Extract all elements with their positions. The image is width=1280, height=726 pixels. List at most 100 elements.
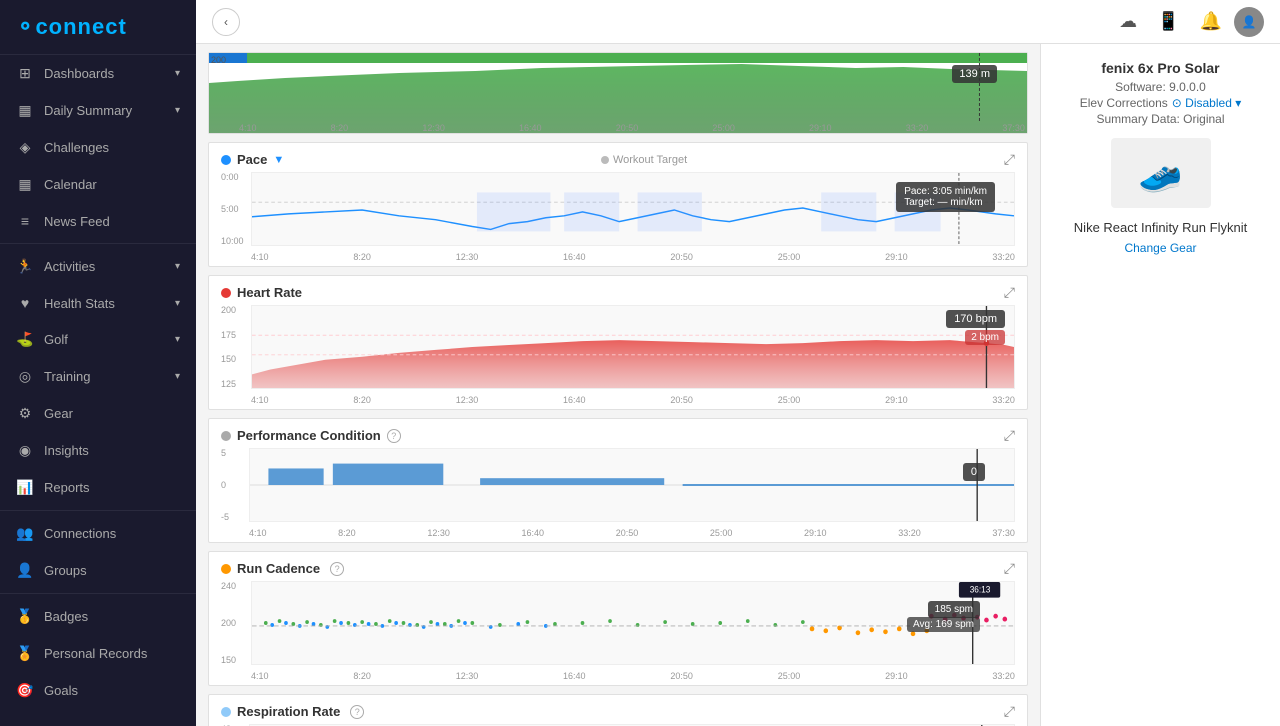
sidebar-label-gear: Gear	[44, 406, 73, 421]
sidebar-item-badges[interactable]: 🥇 Badges	[0, 598, 196, 635]
sidebar-item-insights[interactable]: ◉ Insights	[0, 432, 196, 469]
gear-icon: ⚙	[16, 405, 34, 422]
sidebar-item-gear[interactable]: ⚙ Gear	[0, 395, 196, 432]
sidebar-item-connections[interactable]: 👥 Connections	[0, 515, 196, 552]
svg-text:36:13: 36:13	[970, 584, 991, 594]
sidebar-label-health-stats: Health Stats	[44, 296, 115, 311]
calendar-icon: ▦	[16, 176, 34, 193]
sidebar-item-health-stats[interactable]: ♥ Health Stats ▾	[0, 285, 196, 321]
sidebar-label-daily-summary: Daily Summary	[44, 103, 132, 118]
sidebar-item-goals[interactable]: 🎯 Goals	[0, 672, 196, 709]
dashboards-icon: ⊞	[16, 65, 34, 82]
sidebar-item-groups[interactable]: 👤 Groups	[0, 552, 196, 589]
logo-text: ⚬connect	[16, 14, 127, 39]
charts-panel: 200 139 m 4:108:2012:3016:4020:5025:0029…	[196, 44, 1040, 726]
sidebar-label-groups: Groups	[44, 563, 87, 578]
training-icon: ◎	[16, 368, 34, 385]
pace-title: Pace	[237, 152, 267, 167]
cadence-x-labels: 4:108:2012:3016:4020:5025:0029:1033:20	[251, 671, 1015, 681]
sidebar-item-activities[interactable]: 🏃 Activities ▾	[0, 248, 196, 285]
cadence-y-labels: 240 200 150	[221, 581, 251, 665]
daily-summary-icon: ▦	[16, 102, 34, 119]
sidebar-label-connections: Connections	[44, 526, 116, 541]
perf-expand-button[interactable]: ⤢	[1004, 427, 1015, 444]
bell-icon[interactable]: 🔔	[1200, 11, 1222, 32]
perf-help-icon[interactable]: ?	[387, 429, 401, 443]
elev-corrections: Elev Corrections ⊙ Disabled ▾	[1057, 96, 1264, 110]
right-panel: fenix 6x Pro Solar Software: 9.0.0.0 Ele…	[1040, 44, 1280, 726]
pace-tooltip: Pace: 3:05 min/km Target: — min/km	[896, 182, 995, 212]
elev-corrections-link[interactable]: ⊙ Disabled ▾	[1172, 96, 1241, 110]
sidebar-label-golf: Golf	[44, 332, 68, 347]
cloud-upload-icon[interactable]: ☁	[1119, 11, 1137, 32]
respiration-section: Respiration Rate ? ⤢ 48 36 24 12	[208, 694, 1028, 726]
cadence-header: Run Cadence ? ⤢	[209, 552, 1027, 581]
resp-dot	[221, 707, 231, 717]
elevation-chart	[209, 53, 1027, 133]
badges-icon: 🥇	[16, 608, 34, 625]
avatar[interactable]: 👤	[1234, 7, 1264, 37]
sidebar-label-dashboards: Dashboards	[44, 66, 114, 81]
perf-title: Performance Condition	[237, 428, 381, 443]
sidebar-item-training[interactable]: ◎ Training ▾	[0, 358, 196, 395]
workout-target-dot	[601, 156, 609, 164]
golf-icon: ⛳	[16, 331, 34, 348]
sidebar-label-badges: Badges	[44, 609, 88, 624]
hr-dot	[221, 288, 231, 298]
health-stats-icon: ♥	[16, 295, 34, 311]
shoe-image: 👟	[1111, 138, 1211, 208]
resp-help-icon[interactable]: ?	[350, 705, 364, 719]
pace-header: Pace ▼ Workout Target ⤢	[209, 143, 1027, 172]
summary-data: Summary Data: Original	[1057, 112, 1264, 126]
perf-tooltip: 0	[963, 463, 985, 481]
sidebar-label-calendar: Calendar	[44, 177, 97, 192]
sidebar-item-personal-records[interactable]: 🏅 Personal Records	[0, 635, 196, 672]
sidebar-item-news-feed[interactable]: ≡ News Feed	[0, 203, 196, 239]
hr-tooltip: 170 bpm	[946, 310, 1005, 328]
hr-chart-inner	[251, 305, 1015, 389]
pace-expand-button[interactable]: ⤢	[1004, 151, 1015, 168]
chevron-icon: ▾	[175, 261, 180, 272]
run-cadence-section: Run Cadence ? ⤢ 240 200 150	[208, 551, 1028, 686]
change-gear-link[interactable]: Change Gear	[1057, 241, 1264, 255]
pace-dropdown[interactable]: ▼	[273, 154, 284, 166]
goals-icon: 🎯	[16, 682, 34, 699]
news-feed-icon: ≡	[16, 213, 34, 229]
performance-section: Performance Condition ? ⤢ 5 0 -5	[208, 418, 1028, 543]
elev-corrections-label: Elev Corrections	[1080, 96, 1168, 110]
cadence-expand-button[interactable]: ⤢	[1004, 560, 1015, 577]
perf-x-labels: 4:108:2012:3016:4020:5025:0029:1033:2037…	[249, 528, 1015, 538]
cadence-chart-inner: 36:13	[251, 581, 1015, 665]
chevron-icon: ▾	[175, 371, 180, 382]
chevron-icon: ▾	[175, 334, 180, 345]
cadence-tooltip: 185 spm	[928, 601, 980, 618]
hr-title: Heart Rate	[237, 285, 302, 300]
main-content: ‹ ☁ 📱 🔔 👤	[196, 0, 1280, 726]
device-software: Software: 9.0.0.0	[1057, 80, 1264, 94]
resp-title: Respiration Rate	[237, 704, 340, 719]
hr-expand-button[interactable]: ⤢	[1004, 284, 1015, 301]
cadence-help-icon[interactable]: ?	[330, 562, 344, 576]
shoe-name: Nike React Infinity Run Flyknit	[1057, 220, 1264, 235]
insights-icon: ◉	[16, 442, 34, 459]
sidebar-item-dashboards[interactable]: ⊞ Dashboards ▾	[0, 55, 196, 92]
workout-target-label: Workout Target	[601, 154, 687, 166]
sidebar-item-challenges[interactable]: ◈ Challenges	[0, 129, 196, 166]
back-button[interactable]: ‹	[212, 8, 240, 36]
shoe-emoji: 👟	[1138, 152, 1183, 194]
sidebar-item-calendar[interactable]: ▦ Calendar	[0, 166, 196, 203]
sidebar-label-activities: Activities	[44, 259, 95, 274]
connections-icon: 👥	[16, 525, 34, 542]
elevation-tooltip: 139 m	[952, 65, 997, 83]
resp-expand-button[interactable]: ⤢	[1004, 703, 1015, 720]
content-area: 200 139 m 4:108:2012:3016:4020:5025:0029…	[196, 44, 1280, 726]
app-logo: ⚬connect	[0, 0, 196, 55]
sidebar-item-daily-summary[interactable]: ▦ Daily Summary ▾	[0, 92, 196, 129]
phone-icon[interactable]: 📱	[1157, 11, 1179, 32]
activities-icon: 🏃	[16, 258, 34, 275]
sidebar-item-reports[interactable]: 📊 Reports	[0, 469, 196, 506]
topbar: ‹ ☁ 📱 🔔 👤	[196, 0, 1280, 44]
perf-chart-inner	[249, 448, 1015, 522]
hr-y-labels: 200 175 150 125	[221, 305, 251, 389]
sidebar-item-golf[interactable]: ⛳ Golf ▾	[0, 321, 196, 358]
